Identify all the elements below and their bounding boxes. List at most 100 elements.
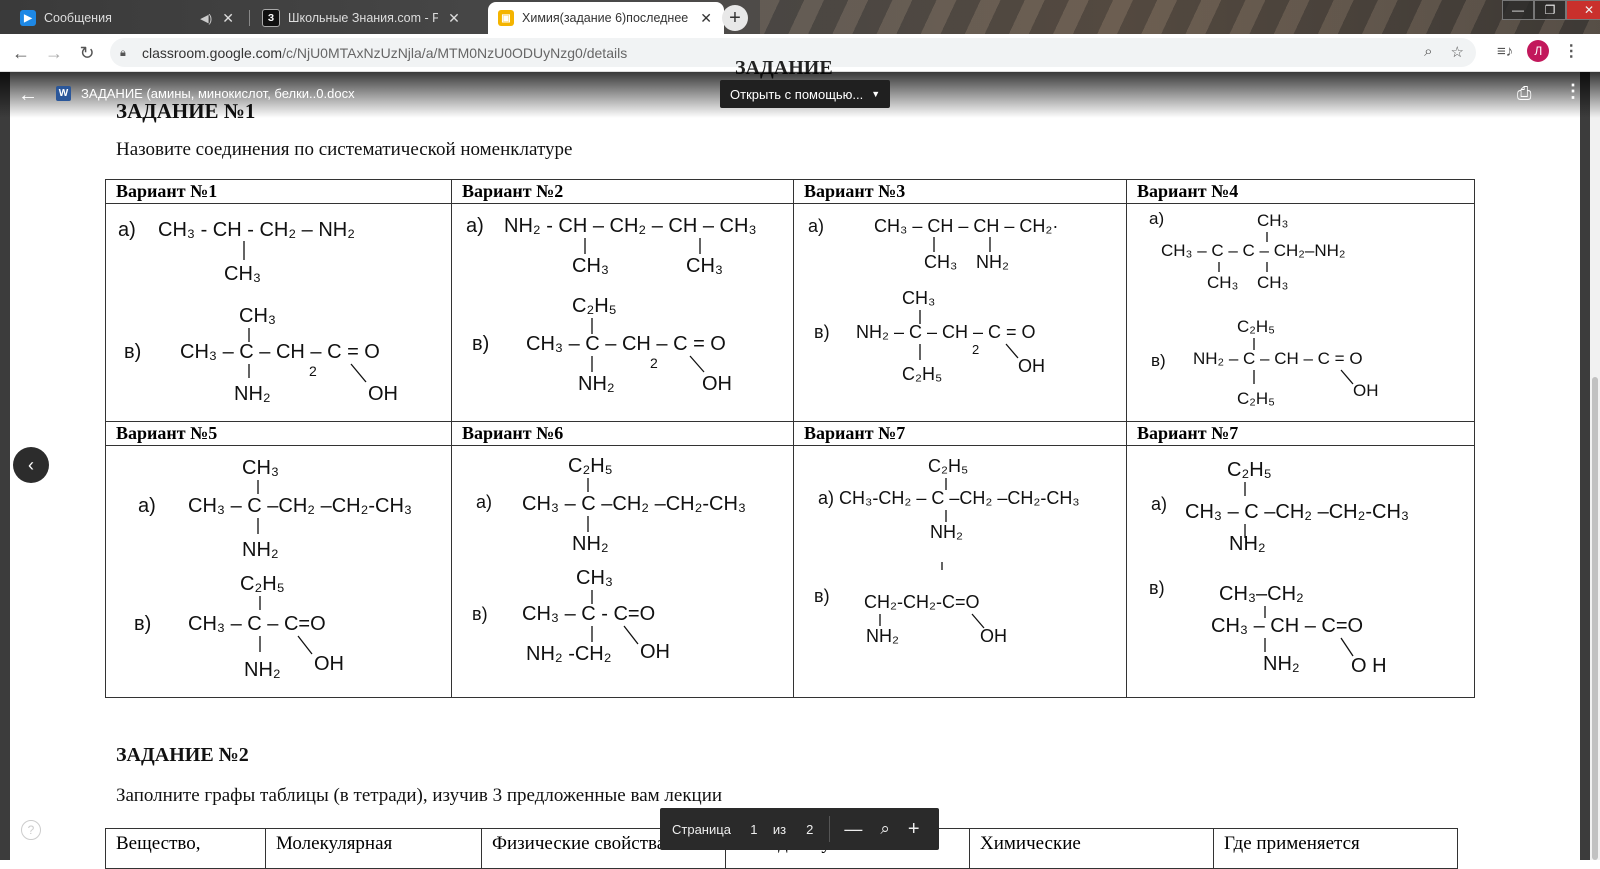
svg-text:NH₂ – C – CH – C = O: NH₂ – C – CH – C = O [1193, 349, 1363, 368]
svg-text:NH₂ - CH – CH₂ – CH – CH₃: NH₂ - CH – CH₂ – CH – CH₃ [504, 215, 757, 237]
svg-text:OH: OH [1018, 356, 1045, 376]
zoom-icon[interactable]: ⌕ [880, 819, 890, 839]
task2-header: Вещество, [105, 828, 266, 869]
classroom-icon: ▣ [498, 10, 514, 26]
variant-header: Вариант №1 [105, 179, 452, 204]
svg-text:CH₃ – C – CH – C = O: CH₃ – C – CH – C = O [180, 341, 380, 363]
zoom-in-icon[interactable]: + [908, 818, 920, 841]
svg-text:NH₂: NH₂ [242, 539, 279, 561]
more-options-icon[interactable]: ⋮ [1564, 81, 1582, 102]
svg-text:O H: O H [1351, 655, 1387, 677]
avatar[interactable]: Л [1527, 40, 1550, 62]
svg-text:NH₂: NH₂ [1229, 533, 1266, 555]
svg-text:в): в) [124, 341, 141, 363]
svg-text:C₂H₅: C₂H₅ [928, 456, 968, 476]
bookmark-star-icon[interactable]: ☆ [1451, 43, 1464, 61]
svg-text:NH₂: NH₂ [1263, 653, 1300, 675]
previous-file-button[interactable]: ‹ [13, 447, 49, 483]
svg-text:CH₃: CH₃ [224, 263, 261, 285]
svg-text:2: 2 [650, 355, 658, 371]
svg-text:в): в) [472, 333, 489, 355]
svg-text:CH₃: CH₃ [924, 252, 957, 272]
close-icon[interactable]: ✕ [220, 10, 236, 27]
structural-formula: а) CH₃ - CH - CH₂ – NH₂ CH₃ в) CH₃ CH₃ –… [118, 219, 398, 405]
file-name: ЗАДАНИЕ (амины, минокислот, белки..0.doc… [81, 86, 355, 101]
google-classroom-icon: ▶ [20, 10, 36, 26]
tab-chemistry[interactable]: ▣ Химия(задание 6)последнее ✕ [488, 2, 724, 34]
svg-text:NH₂: NH₂ [234, 383, 271, 405]
svg-text:CH₂-CH₂-C=O: CH₂-CH₂-C=O [864, 592, 979, 612]
restore-icon[interactable]: ❐ [1534, 0, 1566, 20]
close-icon[interactable]: ✕ [446, 10, 462, 27]
minimize-icon[interactable]: — [1502, 0, 1534, 20]
task2-header: Химические [969, 828, 1214, 869]
close-window-icon[interactable]: ✕ [1566, 0, 1600, 20]
svg-text:CH₃: CH₃ [686, 255, 723, 277]
page-number-input[interactable]: 1 [745, 822, 763, 837]
znanija-icon: З [262, 9, 280, 27]
window-controls: — ❐ ✕ [1502, 0, 1600, 20]
menu-icon[interactable]: ⋮ [1563, 41, 1579, 61]
svg-text:в): в) [814, 586, 830, 606]
word-file-icon: W [56, 86, 71, 101]
svg-text:а): а) [118, 219, 136, 241]
media-control-icon[interactable]: ≡♪ [1497, 43, 1513, 60]
formula-cell: а) CH₃ CH₃ – C – C – CH₂–NH₂ CH₃ CH₃ в) … [1126, 203, 1475, 422]
formula-cell: C₂H₅ а) CH₃ – C –CH₂ –CH₂-CH₃ NH₂ в) CH₃… [1126, 445, 1475, 698]
reload-icon[interactable]: ↻ [76, 42, 98, 64]
svg-text:2: 2 [972, 342, 979, 357]
zoom-icon[interactable]: ⌕ [1424, 43, 1432, 61]
new-tab-button[interactable]: + [722, 5, 748, 31]
open-with-button[interactable]: Открыть с помощью... ▼ [720, 80, 891, 108]
viewer-header: ← W ЗАДАНИЕ (амины, минокислот, белки..0… [0, 72, 1600, 118]
formula-cell: а) CH₃ - CH - CH₂ – NH₂ CH₃ в) CH₃ CH₃ –… [105, 203, 452, 422]
tab-title: Сообщения [44, 11, 112, 25]
print-icon[interactable]: ⎙ [1517, 83, 1531, 104]
svg-text:2: 2 [309, 363, 317, 379]
arrow-back-icon[interactable]: ← [18, 84, 38, 107]
svg-text:C₂H₅: C₂H₅ [568, 455, 613, 477]
svg-text:NH₂: NH₂ [866, 626, 899, 646]
help-icon[interactable]: ? [21, 820, 41, 840]
zoom-out-icon[interactable]: — [844, 819, 862, 840]
svg-text:а): а) [1149, 209, 1164, 228]
page-total: 2 [806, 821, 814, 837]
speaker-icon[interactable]: ◀) [200, 12, 212, 25]
svg-text:в): в) [134, 613, 151, 635]
structural-formula: C₂H₅ а) CH₃ – C –CH₂ –CH₂-CH₃ NH₂ CH₃ в)… [472, 455, 746, 665]
svg-text:CH₃ – C –CH₂ –CH₂-CH₃: CH₃ – C –CH₂ –CH₂-CH₃ [188, 495, 412, 517]
svg-text:CH₃: CH₃ [1257, 273, 1288, 292]
svg-text:C₂H₅: C₂H₅ [1237, 389, 1275, 408]
tab-messages[interactable]: ▶ Сообщения ◀) ✕ [10, 2, 246, 34]
variant-header: Вариант №5 [105, 421, 452, 446]
tab-strip: ▶ Сообщения ◀) ✕ З Школьные Знания.com -… [0, 0, 1600, 34]
variant-header: Вариант №7 [793, 421, 1127, 446]
svg-text:CH₃ - CH - CH₂ – NH₂: CH₃ - CH - CH₂ – NH₂ [158, 219, 355, 241]
svg-text:а): а) [476, 492, 492, 512]
formula-cell: а) CH₃ – CH – CH – CH₂· CH₃ NH₂ в) CH₃ N… [793, 203, 1127, 422]
svg-text:NH₂ – C – CH – C = O: NH₂ – C – CH – C = O [856, 322, 1036, 342]
svg-text:а): а) [1151, 494, 1167, 514]
tab-znanija[interactable]: З Школьные Знания.com - Решае ✕ [252, 2, 482, 34]
close-icon[interactable]: ✕ [698, 10, 714, 27]
page-navigator: Страница 1 из 2 — ⌕ + [660, 808, 939, 850]
svg-text:CH₃: CH₃ [576, 567, 613, 589]
svg-text:CH₃ – CH – CH – CH₂·: CH₃ – CH – CH – CH₂· [874, 216, 1058, 236]
back-icon[interactable]: ← [10, 42, 32, 64]
svg-text:CH₃ – C –CH₂ –CH₂-CH₃: CH₃ – C –CH₂ –CH₂-CH₃ [1185, 501, 1409, 523]
svg-text:в): в) [1151, 351, 1166, 370]
svg-text:в): в) [814, 322, 830, 342]
task2-title: ЗАДАНИЕ №2 [116, 744, 249, 766]
svg-text:в): в) [472, 604, 488, 624]
caret-down-icon: ▼ [871, 89, 881, 99]
variant-header: Вариант №7 [1126, 421, 1475, 446]
structural-formula: а) CH₃ CH₃ – C – C – CH₂–NH₂ CH₃ CH₃ в) … [1149, 209, 1379, 408]
svg-text:CH₃: CH₃ [1257, 211, 1288, 230]
structural-formula: а) NH₂ - CH – CH₂ – CH – CH₃ CH₃ CH₃ в) … [466, 215, 757, 395]
svg-text:C₂H₅: C₂H₅ [1237, 317, 1275, 336]
svg-text:а) CH₃-CH₂ – C –CH₂ –CH₂-CH₃: а) CH₃-CH₂ – C –CH₂ –CH₂-CH₃ [818, 488, 1080, 508]
svg-text:C₂H₅: C₂H₅ [240, 573, 285, 595]
forward-icon[interactable]: → [43, 42, 65, 64]
svg-text:OH: OH [314, 653, 344, 675]
scrollbar[interactable] [1590, 72, 1600, 860]
